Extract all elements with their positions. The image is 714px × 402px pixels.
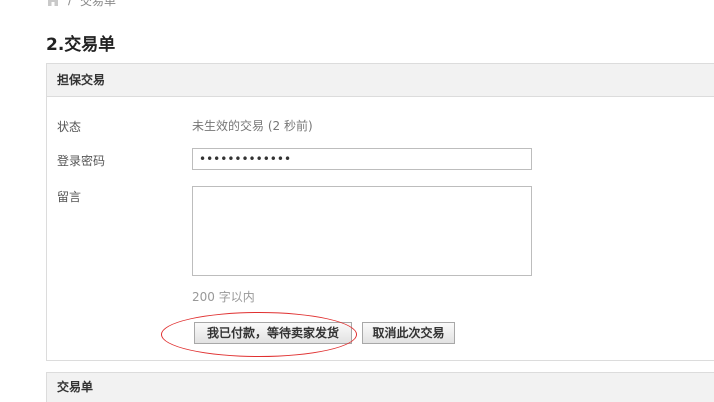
- page-title: 2.交易单: [46, 35, 116, 55]
- breadcrumb: / 交易单: [46, 0, 116, 8]
- cancel-transaction-button[interactable]: 取消此次交易: [362, 322, 455, 344]
- status-value: 未生效的交易 (2 秒前): [192, 119, 313, 133]
- escrow-panel: 担保交易 状态 未生效的交易 (2 秒前) 登录密码 留言 200 字以内 我已…: [46, 63, 714, 361]
- confirm-payment-button[interactable]: 我已付款，等待卖家发货: [194, 322, 352, 344]
- char-limit-hint: 200 字以内: [192, 290, 255, 304]
- home-icon[interactable]: [46, 0, 60, 6]
- message-textarea[interactable]: [192, 186, 532, 276]
- transaction-panel-header: 交易单: [46, 372, 714, 402]
- password-label: 登录密码: [57, 154, 106, 168]
- breadcrumb-current[interactable]: 交易单: [80, 0, 116, 9]
- breadcrumb-separator: /: [68, 0, 73, 7]
- message-label: 留言: [57, 190, 82, 204]
- escrow-panel-header: 担保交易: [47, 64, 714, 97]
- password-field[interactable]: [192, 148, 532, 170]
- status-label: 状态: [57, 120, 82, 134]
